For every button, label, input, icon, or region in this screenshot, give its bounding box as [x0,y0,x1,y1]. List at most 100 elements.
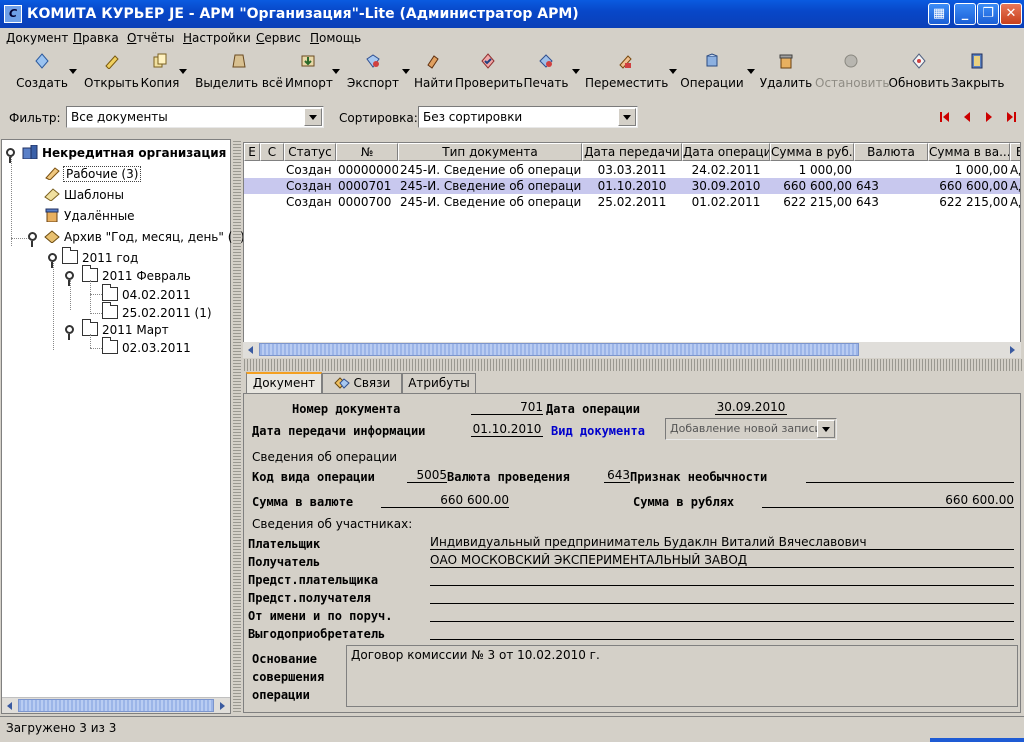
column-header-number[interactable]: № [336,143,398,161]
tree-item-feb[interactable]: 2011 Февраль [82,265,191,283]
next-page-icon[interactable] [984,112,994,122]
sort-select[interactable]: Без сортировки [418,106,638,128]
scroll-right-icon[interactable] [1005,343,1019,357]
create-dropdown[interactable] [68,50,78,96]
op-date-field[interactable]: 30.09.2010 [715,400,787,415]
scroll-left-icon[interactable] [244,343,258,357]
on-behalf-field[interactable] [430,607,1014,622]
stop-button[interactable]: Остановить [815,50,890,96]
menu-settings[interactable]: Настройки [183,31,251,45]
last-page-icon[interactable] [1006,112,1016,122]
close-button[interactable]: Закрыть [951,50,1004,96]
print-button[interactable]: Печать [522,50,570,96]
tree-expand-icon[interactable] [6,148,15,163]
op-code-field[interactable]: 5005 [407,468,447,483]
first-page-icon[interactable] [940,112,950,122]
info-date-field[interactable]: 01.10.2010 [471,422,543,437]
move-dropdown[interactable] [668,50,678,96]
doc-number-field[interactable]: 701 [471,400,543,415]
select-all-button[interactable]: Выделить всё [195,50,283,96]
column-header-extra[interactable]: В [1010,143,1020,161]
tree-expand-icon[interactable] [48,253,57,268]
recipient-rep-field[interactable] [430,589,1014,604]
table-horizontal-scrollbar[interactable] [243,342,1021,358]
tab-links[interactable]: Связи [322,373,402,393]
menu-reports[interactable]: Отчёты [127,31,174,45]
grid-icon[interactable]: ▦ [928,3,950,25]
create-button[interactable]: Создать [14,50,70,96]
print-dropdown[interactable] [571,50,581,96]
column-header-send-date[interactable]: Дата передачи [582,143,682,161]
tree-item-working[interactable]: Рабочие (3) [44,166,142,182]
beneficiary-field[interactable] [430,625,1014,640]
column-header-sum-cur[interactable]: Сумма в ва... [928,143,1010,161]
delete-button[interactable]: Удалить [759,50,813,96]
currency-field[interactable]: 643 [604,468,630,483]
cell-doc-type: 245-И. Сведение об операции [400,179,582,193]
refresh-button[interactable]: Обновить [888,50,950,96]
menu-service[interactable]: Сервис [256,31,301,45]
sum-cur-field[interactable]: 660 600.00 [381,493,509,508]
table-row[interactable]: Создан 0000701 245-И. Сведение об операц… [244,178,1020,194]
copy-button[interactable]: Копия [140,50,180,96]
payer-rep-field[interactable] [430,571,1014,586]
sum-rub-field[interactable]: 660 600.00 [762,493,1014,508]
menu-document[interactable]: Документ [6,31,68,45]
table-row[interactable]: Создан 0000700 245-И. Сведение об операц… [244,194,1020,210]
column-header-status[interactable]: Статус [284,143,336,161]
scroll-right-icon[interactable] [215,699,229,713]
restore-button[interactable]: ❐ [977,3,999,25]
tree-horizontal-scrollbar[interactable] [2,697,230,713]
scroll-thumb[interactable] [259,343,859,356]
tree-item-archive[interactable]: Архив "Год, месяц, день" (2) [44,229,245,244]
tree-expand-icon[interactable] [65,325,74,340]
column-header-e[interactable]: Е [244,143,260,161]
operations-dropdown[interactable] [746,50,756,96]
column-header-sum-rub[interactable]: Сумма в руб... [770,143,854,161]
recipient-field[interactable]: ОАО МОСКОВСКИЙ ЭКСПЕРИМЕНТАЛЬНЫЙ ЗАВОД [430,553,1014,568]
vertical-splitter[interactable] [233,139,241,714]
tree-expand-icon[interactable] [28,232,37,247]
check-button[interactable]: Проверить [455,50,523,96]
import-button[interactable]: Импорт [285,50,333,96]
tree-item-feb-25[interactable]: 25.02.2011 (1) [102,302,212,320]
scroll-left-icon[interactable] [3,699,17,713]
tree-item-feb-04-label: 04.02.2011 [122,288,191,302]
column-header-op-date[interactable]: Дата операции [682,143,770,161]
copy-dropdown[interactable] [178,50,188,96]
open-button[interactable]: Открыть [84,50,139,96]
find-button[interactable]: Найти [414,50,453,96]
export-button[interactable]: Экспорт [346,50,400,96]
create-icon [35,53,49,69]
menu-edit[interactable]: Правка [73,31,119,45]
tree-item-mar[interactable]: 2011 Март [82,319,169,337]
tree-item-templates[interactable]: Шаблоны [44,187,124,202]
tree-item-deleted[interactable]: Удалённые [44,208,135,223]
tree-item-feb-04[interactable]: 04.02.2011 [102,284,191,302]
table-row[interactable]: Создан 00000000 245-И. Сведение об опера… [244,162,1020,178]
column-header-currency[interactable]: Валюта [854,143,928,161]
column-header-doc-type[interactable]: Тип документа [398,143,582,161]
doc-kind-select[interactable]: Добавление новой записи [665,418,837,440]
prev-page-icon[interactable] [962,112,972,122]
tree-item-mar-02[interactable]: 02.03.2011 [102,337,191,355]
minimize-button[interactable]: _ [954,3,976,25]
operations-button[interactable]: Операции [680,50,744,96]
tab-attributes[interactable]: Атрибуты [402,373,476,393]
horizontal-splitter[interactable] [242,359,1024,371]
close-window-button[interactable]: ✕ [1000,3,1022,25]
export-dropdown[interactable] [401,50,411,96]
menu-help[interactable]: Помощь [310,31,361,45]
filter-select[interactable]: Все документы [66,106,324,128]
import-dropdown[interactable] [331,50,341,96]
unusual-field[interactable] [806,468,1014,483]
payer-field[interactable]: Индивидуальный предприниматель Будаклн В… [430,535,1014,550]
column-header-c[interactable]: С [260,143,284,161]
scroll-thumb[interactable] [18,699,214,712]
tree-expand-icon[interactable] [65,271,74,286]
tree-item-year[interactable]: 2011 год [62,247,138,265]
basis-textarea[interactable]: Договор комиссии № 3 от 10.02.2010 г. [346,645,1018,707]
tab-document[interactable]: Документ [246,372,322,394]
tree-root[interactable]: Некредитная организация [22,145,226,160]
move-button[interactable]: Переместить [585,50,668,96]
